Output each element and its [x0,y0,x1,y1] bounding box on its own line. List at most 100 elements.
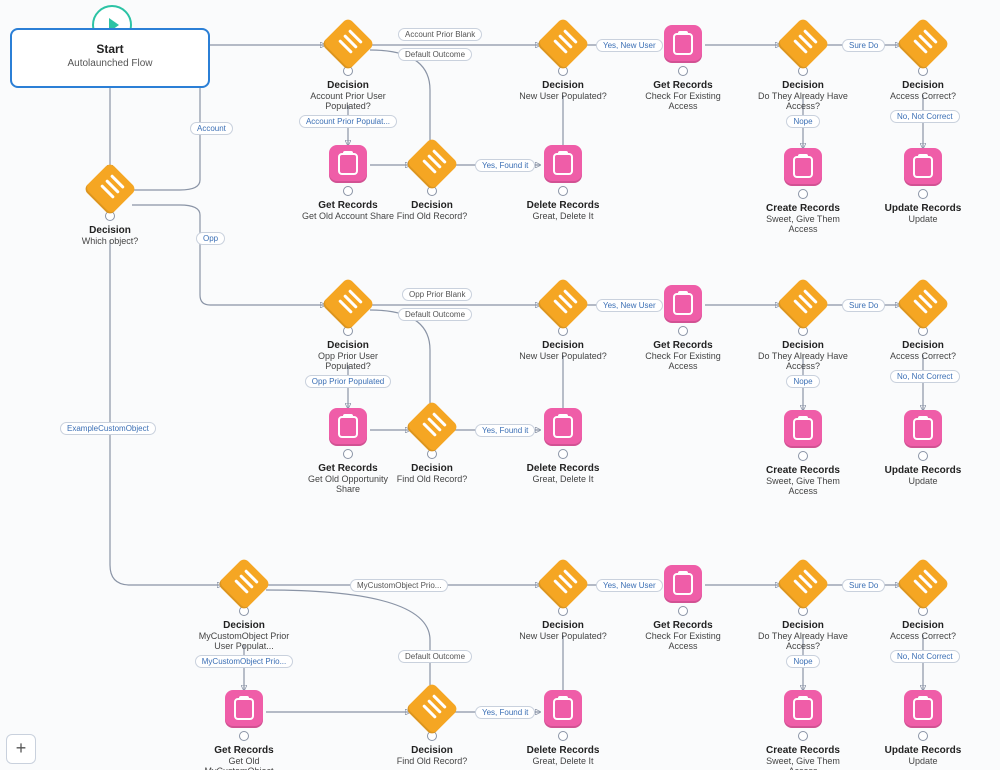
decision-icon [405,137,459,191]
delete-records-account[interactable]: Delete Records Great, Delete It [513,145,613,221]
add-element-button[interactable]: + [6,734,36,764]
outcome-opp[interactable]: Opp [196,232,225,245]
node-title: Create Records [753,203,853,214]
edge-no-not-correct[interactable]: No, Not Correct [890,110,960,123]
node-sub: Great, Delete It [513,756,613,766]
decision-access-correct-opp[interactable]: Decision Access Correct? [873,285,973,361]
node-sub: Which object? [60,236,160,246]
decision-which-object[interactable]: Decision Which object? [60,170,160,246]
decision-icon [536,17,590,71]
decision-have-access-account[interactable]: Decision Do They Already Have Access? No… [753,25,853,131]
decision-icon [321,17,375,71]
create-records-opp[interactable]: Create Records Sweet, Give Them Access [753,410,853,497]
node-title: Decision [194,620,294,631]
node-title: Update Records [873,203,973,214]
node-title: Get Records [633,340,733,351]
decision-icon [896,17,950,71]
decision-icon [776,17,830,71]
create-records-custom[interactable]: Create Records Sweet, Give Them Access [753,690,853,770]
connector-dot [918,731,928,741]
edge-custom-prior-blank[interactable]: MyCustomObject Prio... [350,579,448,592]
node-title: Get Records [633,80,733,91]
outcome-chip-nope[interactable]: Nope [786,115,819,128]
delete-records-icon [544,145,582,183]
edge-default-outcome[interactable]: Default Outcome [398,308,472,321]
node-sub: New User Populated? [513,631,613,641]
get-records-check-access-opp[interactable]: Get Records Check For Existing Access [633,285,733,372]
start-node[interactable]: Start Autolaunched Flow [10,28,210,88]
connector-dot [798,451,808,461]
decision-find-old-record-custom[interactable]: Decision Find Old Record? [382,690,482,766]
get-records-icon [664,565,702,603]
outcome-chip[interactable]: MyCustomObject Prio... [195,655,293,668]
connector-dot [918,451,928,461]
decision-icon [776,557,830,611]
outcome-chip[interactable]: Opp Prior Populated [305,375,392,388]
node-sub: New User Populated? [513,351,613,361]
decision-have-access-opp[interactable]: Decision Do They Already Have Access? No… [753,285,853,391]
decision-icon [83,162,137,216]
node-title: Delete Records [513,463,613,474]
connector-dot [678,66,688,76]
node-sub: Opp Prior User Populated? [298,351,398,372]
decision-find-old-record-account[interactable]: Decision Find Old Record? [382,145,482,221]
decision-custom-prior-user[interactable]: Decision MyCustomObject Prior User Popul… [194,565,294,671]
connector-dot [798,189,808,199]
outcome-chip-nope[interactable]: Nope [786,655,819,668]
node-sub: Check For Existing Access [633,91,733,112]
node-sub: New User Populated? [513,91,613,101]
node-sub: Find Old Record? [382,474,482,484]
update-records-custom[interactable]: Update Records Update [873,690,973,766]
edge-no-not-correct[interactable]: No, Not Correct [890,650,960,663]
edge-opp-prior-blank[interactable]: Opp Prior Blank [402,288,472,301]
node-title: Decision [298,340,398,351]
decision-access-correct-custom[interactable]: Decision Access Correct? [873,565,973,641]
node-sub: Great, Delete It [513,211,613,221]
decision-icon [776,277,830,331]
node-sub: MyCustomObject Prior User Populat... [194,631,294,652]
update-records-opp[interactable]: Update Records Update [873,410,973,486]
outcome-chip-nope[interactable]: Nope [786,375,819,388]
edge-no-not-correct[interactable]: No, Not Correct [890,370,960,383]
get-records-check-access-custom[interactable]: Get Records Check For Existing Access [633,565,733,652]
decision-new-user-account[interactable]: Decision New User Populated? [513,25,613,101]
node-sub: Check For Existing Access [633,351,733,372]
get-records-icon [664,285,702,323]
delete-records-custom[interactable]: Delete Records Great, Delete It [513,690,613,766]
get-records-old-custom-share[interactable]: Get Records Get Old MyCustomObject ... [194,690,294,770]
node-sub: Do They Already Have Access? [753,91,853,112]
node-title: Decision [753,620,853,631]
decision-find-old-record-opp[interactable]: Decision Find Old Record? [382,408,482,484]
connector-dot [343,449,353,459]
decision-access-correct-account[interactable]: Decision Access Correct? [873,25,973,101]
create-records-account[interactable]: Create Records Sweet, Give Them Access [753,148,853,235]
get-records-icon [664,25,702,63]
decision-icon [896,277,950,331]
node-sub: Find Old Record? [382,211,482,221]
outcome-account[interactable]: Account [190,122,233,135]
decision-icon [321,277,375,331]
connector-dot [558,186,568,196]
node-title: Decision [873,340,973,351]
edge-default-outcome[interactable]: Default Outcome [398,48,472,61]
get-records-check-access-account[interactable]: Get Records Check For Existing Access [633,25,733,112]
update-records-account[interactable]: Update Records Update [873,148,973,224]
decision-have-access-custom[interactable]: Decision Do They Already Have Access? No… [753,565,853,671]
decision-new-user-opp[interactable]: Decision New User Populated? [513,285,613,361]
outcome-custom[interactable]: ExampleCustomObject [60,422,156,435]
create-records-icon [784,690,822,728]
delete-records-opp[interactable]: Delete Records Great, Delete It [513,408,613,484]
node-title: Decision [873,620,973,631]
update-records-icon [904,410,942,448]
get-records-icon [329,408,367,446]
node-sub: Sweet, Give Them Access [753,756,853,770]
node-title: Decision [753,340,853,351]
edge-default-outcome[interactable]: Default Outcome [398,650,472,663]
edge-account-prior-blank[interactable]: Account Prior Blank [398,28,482,41]
node-title: Delete Records [513,745,613,756]
decision-new-user-custom[interactable]: Decision New User Populated? [513,565,613,641]
decision-account-prior-user[interactable]: Decision Account Prior User Populated? A… [298,25,398,131]
decision-opp-prior-user[interactable]: Decision Opp Prior User Populated? Opp P… [298,285,398,391]
connector-dot [798,731,808,741]
outcome-chip[interactable]: Account Prior Populat... [299,115,397,128]
